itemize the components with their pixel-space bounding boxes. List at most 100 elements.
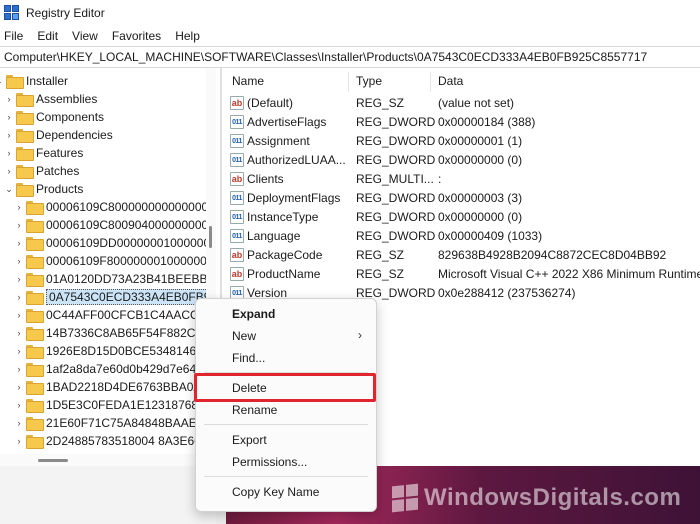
tree-item[interactable]: › 1BAD2218D4DE6763BBA0A xyxy=(14,378,201,396)
address-bar[interactable]: Computer\HKEY_LOCAL_MACHINE\SOFTWARE\Cla… xyxy=(0,46,700,68)
value-row[interactable]: ab Clients REG_MULTI...: xyxy=(224,170,700,189)
column-header-type[interactable]: Type xyxy=(356,74,382,88)
windows-logo-icon xyxy=(392,483,418,513)
menu-edit[interactable]: Edit xyxy=(37,29,64,43)
chevron-right-icon[interactable]: › xyxy=(14,432,24,450)
value-data: Microsoft Visual C++ 2022 X86 Minimum Ru… xyxy=(438,267,700,281)
value-row[interactable]: ab (Default) REG_SZ (value not set) xyxy=(224,94,700,113)
tree-item[interactable]: › Assemblies xyxy=(4,90,97,108)
value-data: 0x00000001 (1) xyxy=(438,134,523,148)
registry-editor-icon xyxy=(4,5,20,21)
value-type: REG_DWORD xyxy=(356,191,436,205)
tree-item-label: 1BAD2218D4DE6763BBA0A xyxy=(46,380,202,394)
tree-item[interactable]: ⌄ Installer xyxy=(0,72,68,90)
column-divider[interactable] xyxy=(348,72,349,92)
tree-item[interactable]: › 01A0120DD73A23B41BEEBB2 xyxy=(14,270,206,288)
chevron-right-icon[interactable]: › xyxy=(4,144,14,162)
chevron-right-icon[interactable]: › xyxy=(4,126,14,144)
value-name: DeploymentFlags xyxy=(247,191,341,205)
menu-favorites[interactable]: Favorites xyxy=(112,29,167,43)
value-type: REG_DWORD xyxy=(356,115,436,129)
chevron-right-icon[interactable]: › xyxy=(14,324,24,342)
tree-item[interactable]: › Dependencies xyxy=(4,126,113,144)
value-row[interactable]: 011 Assignment REG_DWORD 0x00000001 (1) xyxy=(224,132,700,151)
menu-file[interactable]: File xyxy=(4,29,29,43)
binary-value-icon: 011 xyxy=(230,153,244,167)
tree-item[interactable]: ⌄ Products xyxy=(4,180,83,198)
context-menu: Expand New › Find... Delete Rename Export Permi… xyxy=(195,298,377,512)
column-header-data[interactable]: Data xyxy=(438,74,463,88)
tree-item[interactable]: › 14B7336C8AB65F54F882CB6 xyxy=(14,324,206,342)
chevron-right-icon[interactable]: › xyxy=(14,252,24,270)
tree-item[interactable]: › 2D24885783518004 8A3E666F xyxy=(14,432,206,450)
value-row[interactable]: 011 AuthorizedLUAA... REG_DWORD 0x00000000 … xyxy=(224,151,700,170)
tree-item-label: Installer xyxy=(26,74,69,88)
chevron-right-icon[interactable]: › xyxy=(14,306,24,324)
chevron-right-icon: › xyxy=(358,328,362,342)
tree-item[interactable]: › Features xyxy=(4,144,83,162)
menu-item-export[interactable]: Export xyxy=(196,429,376,451)
tree-item-label: 2D24885783518004 8A3E666F xyxy=(46,434,206,448)
tree-item[interactable]: › 1D5E3C0FEDA1E123187686F xyxy=(14,396,206,414)
chevron-right-icon[interactable]: › xyxy=(4,90,14,108)
chevron-right-icon[interactable]: › xyxy=(14,198,24,216)
chevron-down-icon[interactable]: ⌄ xyxy=(0,72,4,90)
chevron-right-icon[interactable]: › xyxy=(14,270,24,288)
chevron-right-icon[interactable]: › xyxy=(14,378,24,396)
chevron-right-icon[interactable]: › xyxy=(4,108,14,126)
chevron-down-icon[interactable]: ⌄ xyxy=(4,180,14,198)
tree-item-label: 00006109C800000000000000000 xyxy=(46,200,206,214)
tree-item[interactable]: › 1af2a8da7e60d0b429d7e645 xyxy=(14,360,203,378)
key-tree[interactable]: ⌄ Installer › Assemblies › Components › Depende… xyxy=(0,68,206,454)
tree-item[interactable]: › 00006109C800904000000000000 xyxy=(14,216,206,234)
folder-icon xyxy=(16,165,34,179)
tree-item[interactable]: › 0C44AFF00CFCB1C4AACCC xyxy=(14,306,206,324)
scroll-thumb[interactable] xyxy=(209,226,212,248)
menu-item-permissions[interactable]: Permissions... xyxy=(196,451,376,473)
chevron-right-icon[interactable]: › xyxy=(14,342,24,360)
binary-value-icon: 011 xyxy=(230,115,244,129)
value-row[interactable]: 011 Language REG_DWORD 0x00000409 (1033) xyxy=(224,227,700,246)
value-data: 0x0e288412 (237536274) xyxy=(438,286,576,300)
chevron-right-icon[interactable]: › xyxy=(14,288,24,306)
tree-item[interactable]: › 21E60F71C75A84848BAAE54 xyxy=(14,414,206,432)
menu-item-find[interactable]: Find... xyxy=(196,347,376,369)
value-name: AuthorizedLUAA... xyxy=(247,153,346,167)
menu-help[interactable]: Help xyxy=(175,29,206,43)
chevron-right-icon[interactable]: › xyxy=(14,216,24,234)
tree-item[interactable]: › 00006109F800000001000000 xyxy=(14,252,206,270)
tree-item[interactable]: › Patches xyxy=(4,162,79,180)
tree-horizontal-scrollbar[interactable] xyxy=(0,454,216,466)
chevron-right-icon[interactable]: › xyxy=(14,360,24,378)
tree-item-label: 00006109F800000001000000 xyxy=(46,254,206,268)
chevron-right-icon[interactable]: › xyxy=(14,396,24,414)
tree-item[interactable]: › 00006109C800000000000000000 xyxy=(14,198,206,216)
chevron-right-icon[interactable]: › xyxy=(4,162,14,180)
menu-view[interactable]: View xyxy=(72,29,104,43)
value-name: InstanceType xyxy=(247,210,319,224)
value-row[interactable]: 011 AdvertiseFlags REG_DWORD 0x00000184 (38… xyxy=(224,113,700,132)
menu-item-copy-key-name[interactable]: Copy Key Name xyxy=(196,481,376,503)
menu-item-expand[interactable]: Expand xyxy=(196,303,376,325)
chevron-right-icon[interactable]: › xyxy=(14,234,24,252)
title-bar[interactable]: Registry Editor xyxy=(0,0,700,26)
scroll-thumb[interactable] xyxy=(38,459,68,462)
tree-item[interactable]: › Components xyxy=(4,108,104,126)
tree-item[interactable]: › 1926E8D15D0BCE534814666 xyxy=(14,342,206,360)
value-type: REG_DWORD xyxy=(356,229,436,243)
tree-item[interactable]: › 0A7543C0ECD333A4EB0FB92 xyxy=(14,288,206,306)
chevron-right-icon[interactable]: › xyxy=(14,414,24,432)
value-row[interactable]: ab ProductName REG_SZ Microsoft Visual C++ … xyxy=(224,265,700,284)
value-row[interactable]: 011 DeploymentFlags REG_DWORD 0x00000003 (3… xyxy=(224,189,700,208)
column-divider[interactable] xyxy=(430,72,431,92)
column-header-name[interactable]: Name xyxy=(232,74,264,88)
menu-item-rename[interactable]: Rename xyxy=(196,399,376,421)
tree-item[interactable]: › 00006109DD000000010000000 xyxy=(14,234,206,252)
menu-item-new[interactable]: New › xyxy=(196,325,376,347)
value-row[interactable]: ab PackageCode REG_SZ 829638B4928B2094C8872… xyxy=(224,246,700,265)
value-row[interactable]: 011 InstanceType REG_DWORD 0x00000000 (0) xyxy=(224,208,700,227)
value-data: 0x00000409 (1033) xyxy=(438,229,543,243)
folder-icon xyxy=(26,417,44,431)
value-type: REG_MULTI... xyxy=(356,172,434,186)
folder-icon xyxy=(26,273,44,287)
